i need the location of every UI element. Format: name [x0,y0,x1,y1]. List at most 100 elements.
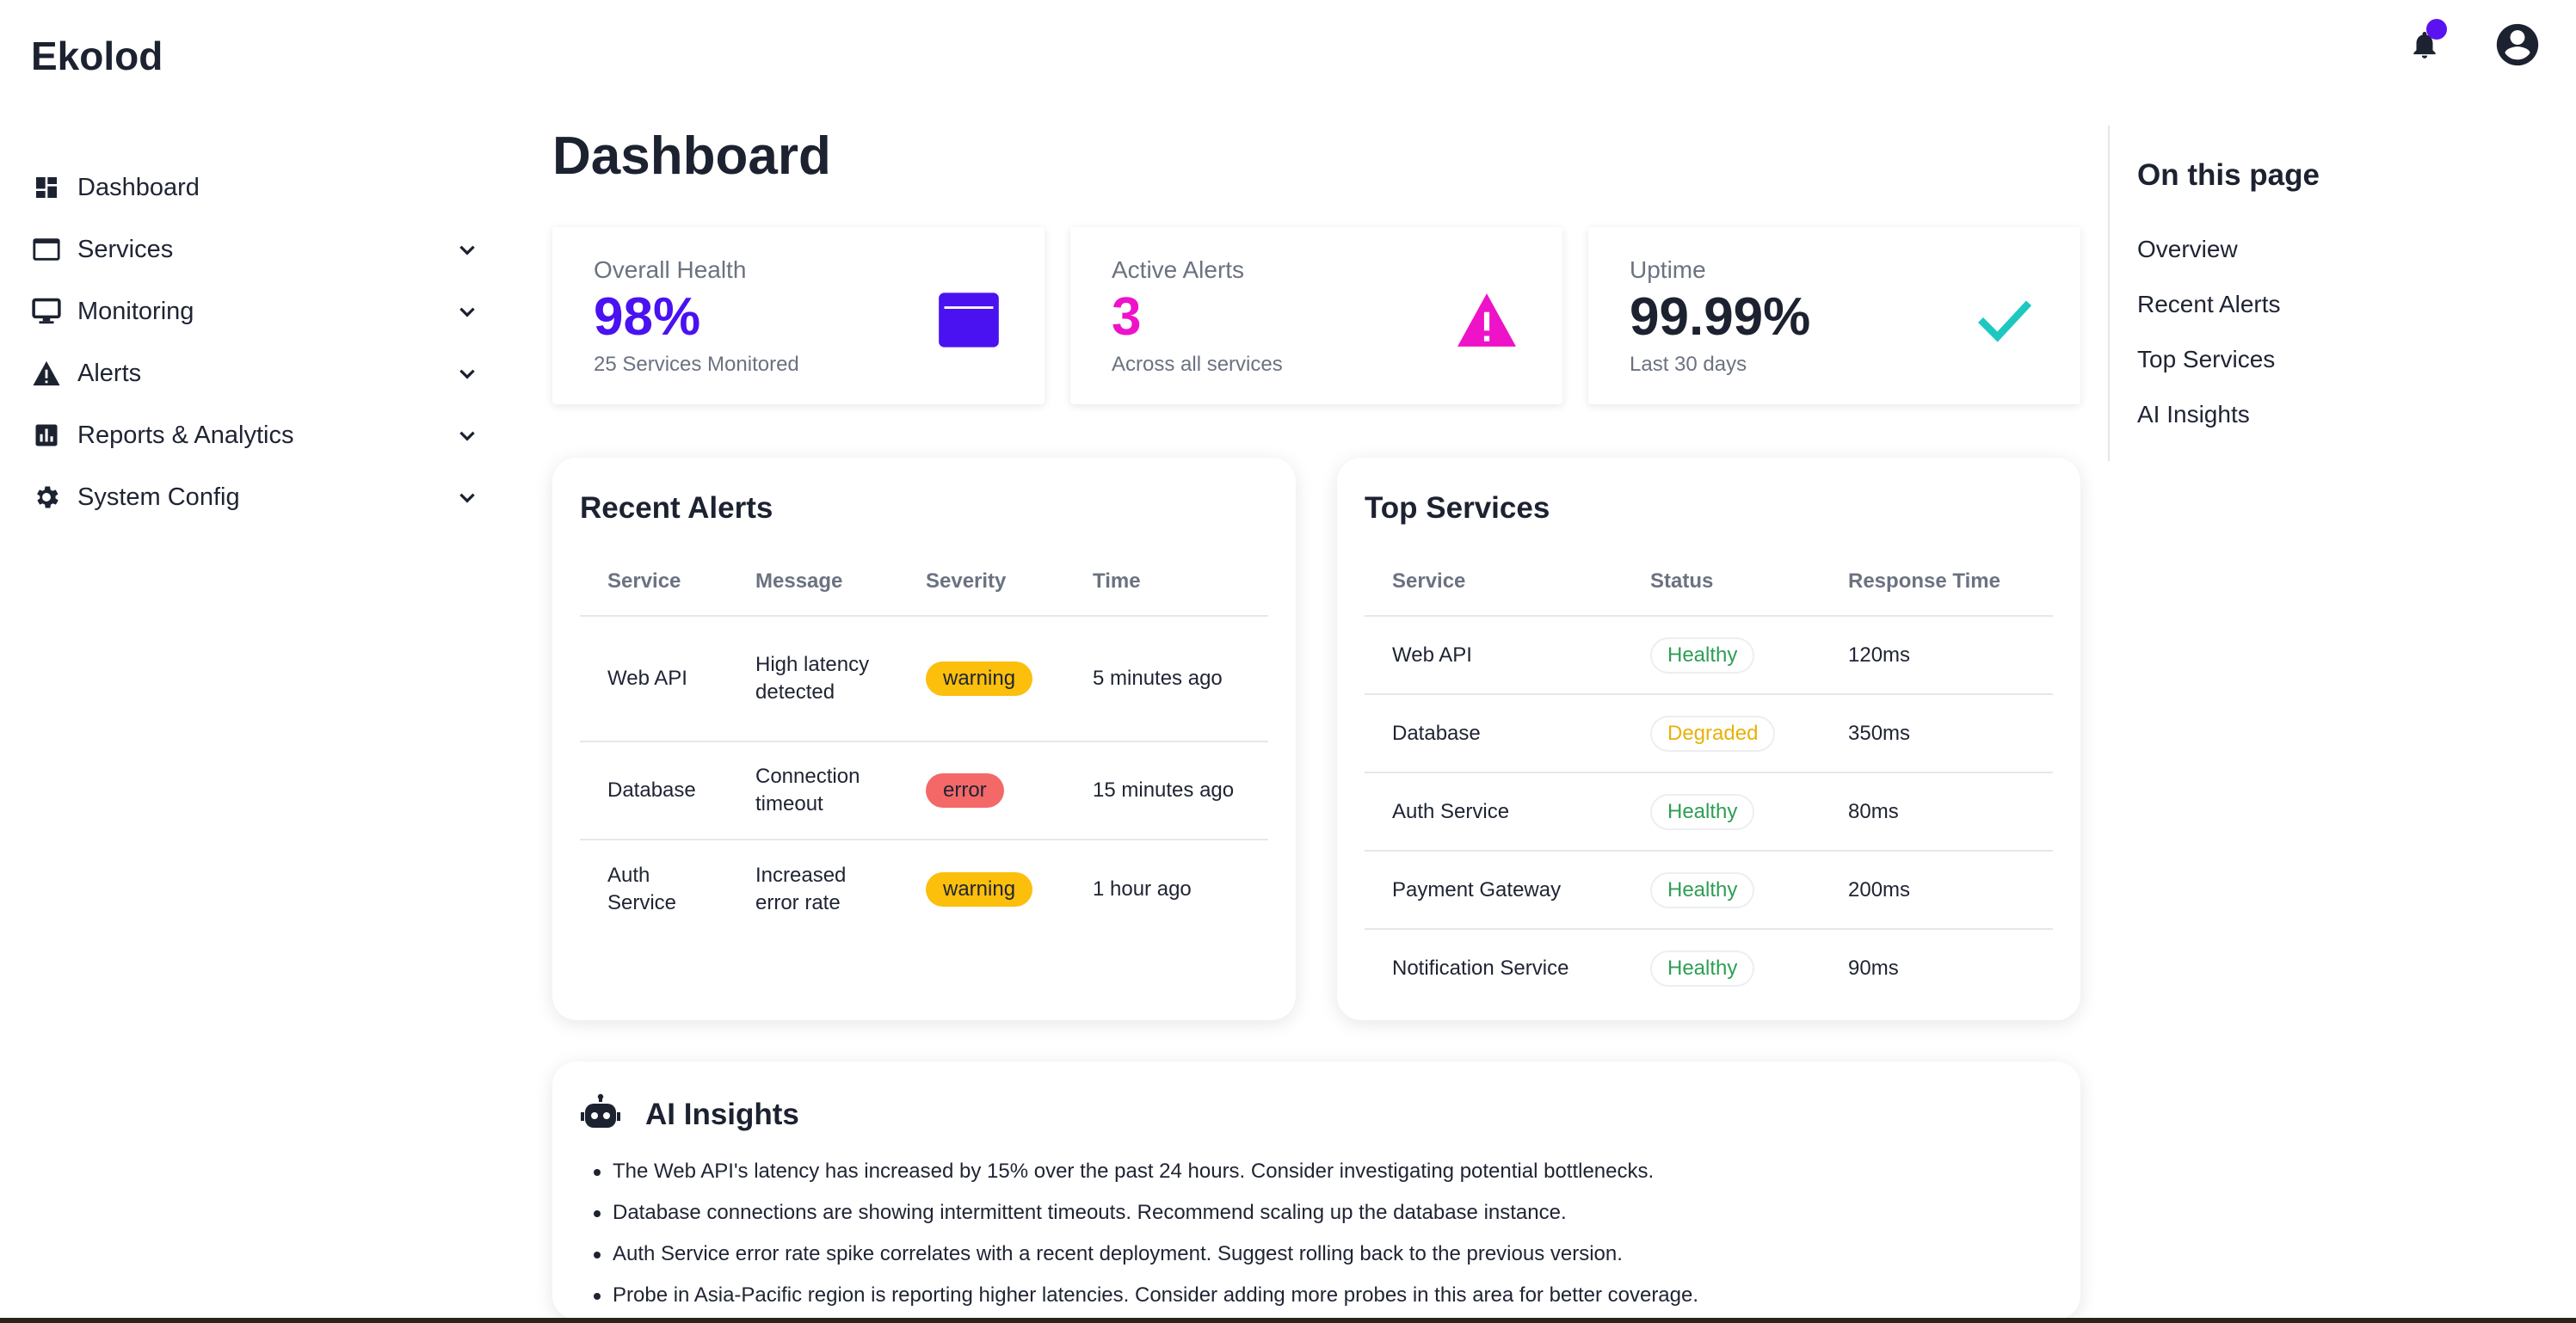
check-icon [1969,284,2041,356]
sidebar-item-label: System Config [77,483,240,511]
cell-response-time: 80ms [1821,772,2053,852]
toc-link-top-services[interactable]: Top Services [2137,332,2538,387]
chevron-down-icon[interactable] [453,297,482,326]
cell-response-time: 350ms [1821,694,2053,773]
stat-sub: 25 Services Monitored [594,353,799,376]
services-icon [31,234,62,265]
page-title: Dashboard [552,126,831,186]
cell-time: 1 hour ago [1093,877,1192,901]
severity-badge: warning [926,662,1033,696]
services-table: Service Status Response Time Web API Hea… [1365,547,2053,1007]
cell-service: Auth Service [1365,772,1623,852]
column-header: Status [1623,547,1821,617]
recent-alerts-panel: Recent Alerts Service Message Severity T… [552,458,1296,1020]
panel-title: Recent Alerts [580,491,773,525]
chevron-down-icon[interactable] [453,421,482,450]
cell-response-time: 90ms [1848,957,1899,980]
cell-message: Increased error rate [755,863,847,914]
window-icon [933,284,1005,356]
cell-message: High latency detected [728,616,898,742]
notifications-button[interactable] [2397,19,2452,74]
column-header: Service [1365,547,1623,617]
toc-link-overview[interactable]: Overview [2137,222,2538,277]
chevron-down-icon[interactable] [453,359,482,388]
cell-service: Web API [1365,616,1623,695]
column-header: Severity [898,547,1065,617]
table-of-contents: On this page Overview Recent Alerts Top … [2108,126,2538,461]
cell-severity: error [898,741,1065,840]
sidebar-item-label: Dashboard [77,173,200,201]
status-badge: Healthy [1650,871,1755,908]
toc-link-ai-insights[interactable]: AI Insights [2137,387,2538,442]
table-header-row: Service Status Response Time [1365,547,2053,617]
analytics-icon [31,420,62,451]
insights-list: The Web API's latency has increased by 1… [580,1151,2053,1316]
table-row[interactable]: Auth Service Healthy 80ms [1365,772,2053,852]
list-item: Probe in Asia-Pacific region is reportin… [580,1275,2053,1316]
cell-service: Database [580,741,728,840]
stat-label: Active Alerts [1112,256,1245,283]
table-row[interactable]: Payment Gateway Healthy 200ms [1365,851,2053,930]
severity-badge: warning [926,871,1033,907]
column-header: Response Time [1821,547,2053,617]
sidebar-item-dashboard[interactable]: Dashboard [31,157,487,218]
cell-response-time: 200ms [1821,851,2053,930]
robot-icon [580,1093,623,1136]
sidebar-item-services[interactable]: Services [31,218,487,280]
stat-sub: Last 30 days [1630,353,1747,376]
brand-logo[interactable]: Ekolod [31,33,163,79]
cell-severity: warning [898,840,1065,938]
cell-response-time: 120ms [1821,616,2053,695]
status-badge: Healthy [1650,793,1755,830]
cell-message: Connection timeout [728,741,898,840]
chevron-down-icon[interactable] [453,483,482,512]
panel-title: Top Services [1365,491,1550,525]
profile-button[interactable] [2490,19,2545,74]
gear-icon [31,482,62,513]
cell-status: Healthy [1623,851,1821,930]
toc-link-recent-alerts[interactable]: Recent Alerts [2137,277,2538,332]
table-row[interactable]: Notification Service Healthy 90ms [1365,929,2053,1007]
status-badge: Healthy [1650,637,1755,674]
table-row[interactable]: Database Degraded 350ms [1365,694,2053,773]
table-row[interactable]: Web API Healthy 120ms [1365,616,2053,695]
table-row[interactable]: Database Connection timeout error 15 min… [580,741,1268,840]
cell-status: Healthy [1623,772,1821,852]
dashboard-icon [31,172,62,203]
table-header-row: Service Message Severity Time [580,547,1268,617]
list-item: Database connections are showing intermi… [580,1192,2053,1234]
cell-service: Database [1365,694,1623,773]
cell-service: Web API [580,616,728,742]
table-row[interactable]: Web API High latency detected warning 5 … [580,616,1268,742]
cell-service: Auth Service [607,863,677,914]
cell-time: 15 minutes ago [1065,741,1268,840]
cell-status: Healthy [1623,929,1821,1007]
list-item: The Web API's latency has increased by 1… [580,1151,2053,1192]
window-bottom-edge [0,1318,2576,1323]
table-row[interactable]: Auth Service Increased error rate warnin… [580,840,1268,938]
stat-label: Uptime [1630,256,1706,283]
cell-status: Healthy [1623,616,1821,695]
cell-time: 5 minutes ago [1065,616,1268,742]
list-item: Auth Service error rate spike correlates… [580,1234,2053,1275]
notification-badge [2426,19,2447,40]
chevron-down-icon[interactable] [453,235,482,264]
stat-card-uptime: Uptime 99.99% Last 30 days [1588,227,2080,404]
cell-status: Degraded [1623,694,1821,773]
cell-severity: warning [898,616,1065,742]
account-circle-icon [2493,20,2542,74]
cell-service: Notification Service [1392,957,1569,980]
sidebar-item-label: Alerts [77,359,142,387]
stat-sub: Across all services [1112,353,1283,376]
ai-insights-panel: AI Insights The Web API's latency has in… [552,1061,2080,1320]
ai-insights-header: AI Insights [580,1089,2053,1141]
sidebar-item-system-config[interactable]: System Config [31,466,487,528]
sidebar-item-alerts[interactable]: Alerts [31,342,487,404]
toc-title: On this page [2137,158,2320,192]
monitor-icon [31,296,62,327]
sidebar-item-reports[interactable]: Reports & Analytics [31,404,487,466]
sidebar-item-monitoring[interactable]: Monitoring [31,280,487,342]
sidebar-item-label: Monitoring [77,297,194,325]
column-header: Message [728,547,898,617]
panels-row: Recent Alerts Service Message Severity T… [552,458,2080,1020]
